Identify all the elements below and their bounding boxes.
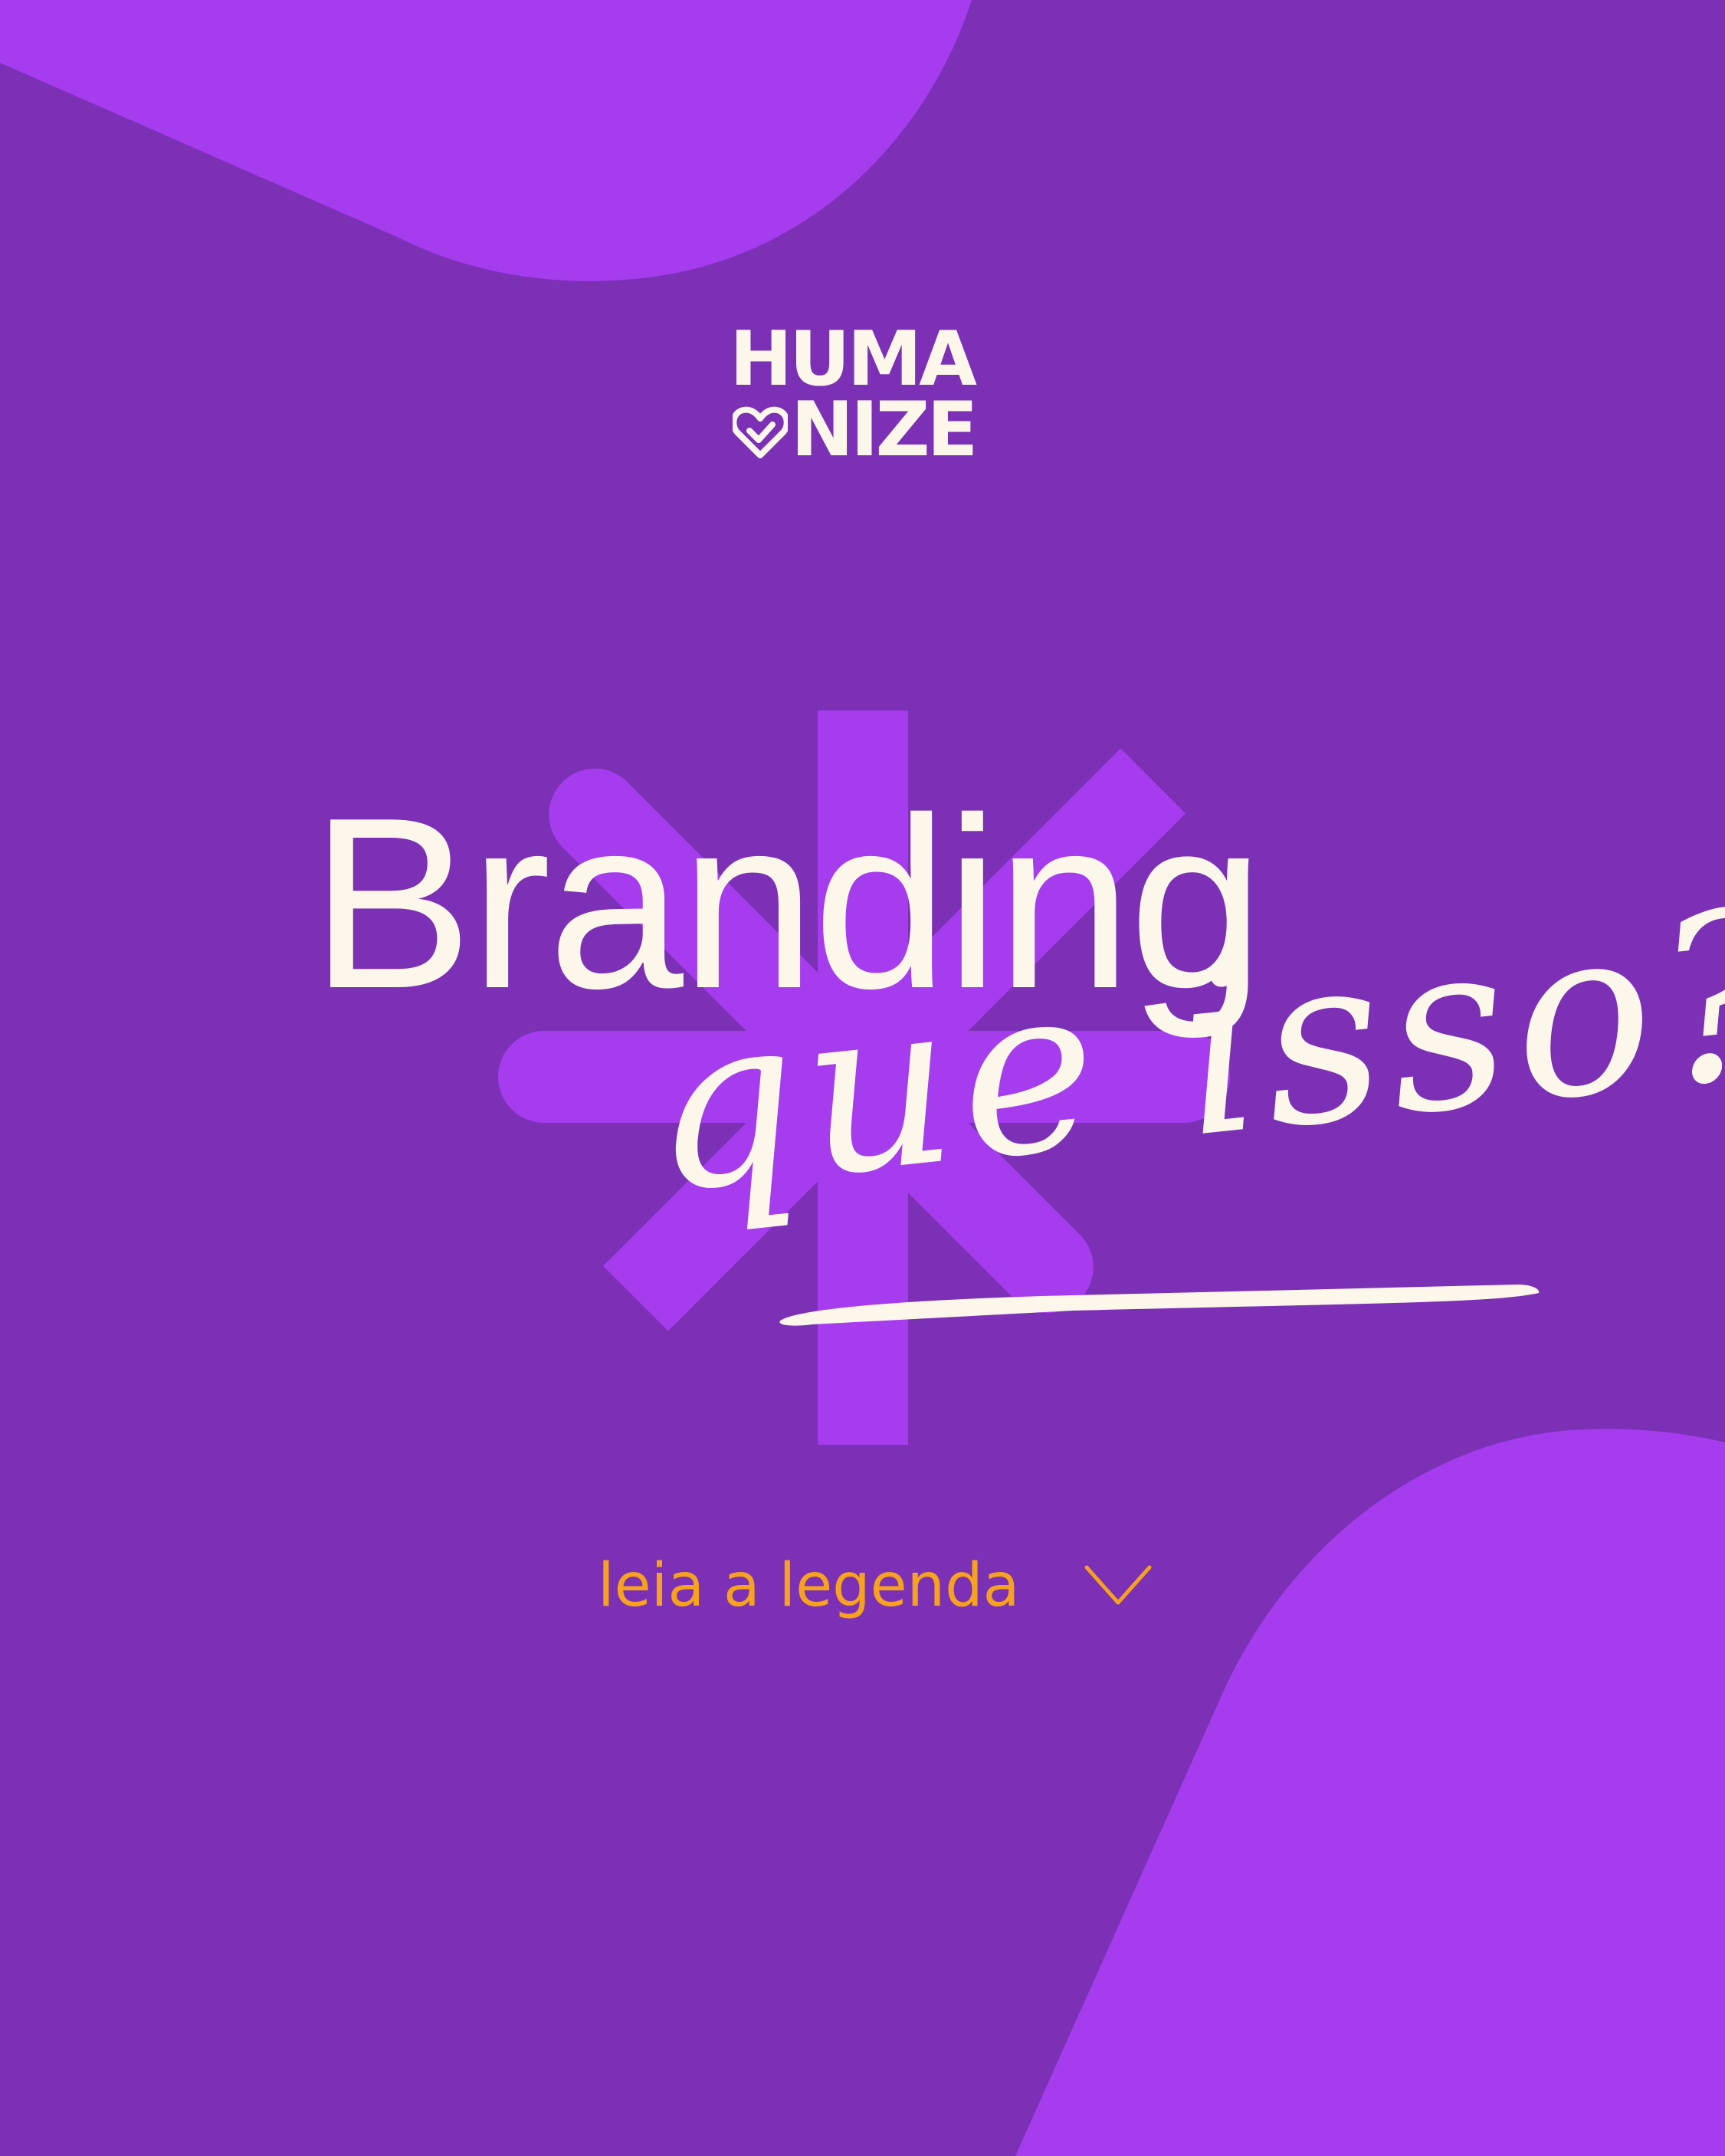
cta-label: leia a legenda: [598, 1551, 1020, 1620]
underline-stroke: [779, 1285, 1540, 1326]
chevron-down-icon: [1084, 1565, 1152, 1605]
slide-canvas: HUMA NIZE Branding que isso? leia a lege…: [0, 0, 1725, 2156]
read-caption-cta[interactable]: leia a legenda: [598, 1556, 1153, 1616]
